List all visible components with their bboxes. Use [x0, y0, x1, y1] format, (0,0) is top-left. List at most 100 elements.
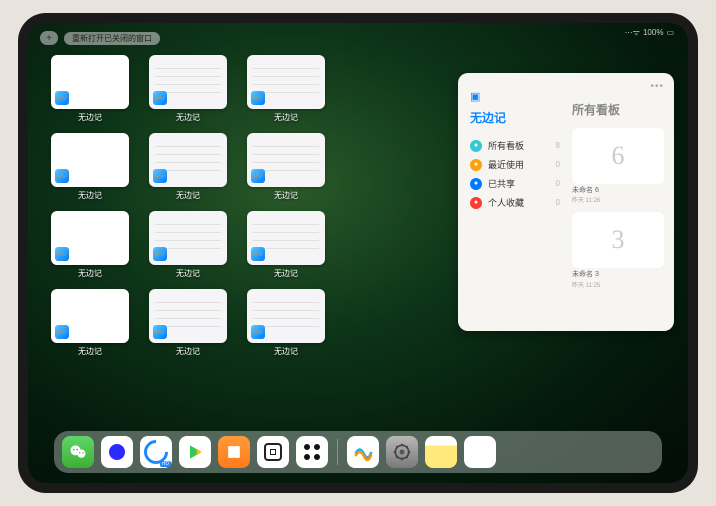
plus-icon: + — [46, 33, 52, 44]
list-count: 0 — [556, 160, 560, 169]
window-label: 无边记 — [176, 346, 200, 357]
app-window[interactable]: 无边记 — [242, 289, 330, 357]
app-window[interactable]: 无边记 — [46, 55, 134, 123]
board-name: 未命名 3 — [572, 271, 664, 279]
app-window[interactable]: 无边记 — [242, 133, 330, 201]
ipad-frame: ⋯ᯤ 100% ▭ + 重新打开已关闭的窗口 无边记无边记无边记无边记无边记无边… — [18, 13, 698, 493]
sidebar-item[interactable]: ● 已共享 0 — [470, 174, 560, 193]
window-label: 无边记 — [176, 112, 200, 123]
window-label: 无边记 — [78, 190, 102, 201]
dock-app-notes[interactable] — [425, 436, 457, 468]
category-icon: ● — [470, 197, 482, 209]
window-thumbnail[interactable] — [51, 289, 129, 343]
dock-app-library[interactable] — [464, 436, 496, 468]
wifi-icon: ⋯ᯤ — [625, 27, 640, 38]
dock-app-wechat[interactable] — [62, 436, 94, 468]
panel-boards: 所有看板 6未命名 6昨天 11:263未命名 3昨天 11:25 — [566, 73, 674, 331]
reopen-label: 重新打开已关闭的窗口 — [72, 34, 152, 43]
app-window[interactable]: 无边记 — [144, 211, 232, 279]
top-controls: + 重新打开已关闭的窗口 — [40, 31, 160, 45]
list-label: 所有看板 — [488, 139, 524, 152]
dock-app-freeform[interactable] — [347, 436, 379, 468]
board-name: 未命名 6 — [572, 187, 664, 195]
freeform-icon — [251, 247, 265, 261]
freeform-sidebar-panel[interactable]: ••• ▣ 无边记 ● 所有看板 8 ● 最近使用 0 ● 已共享 0 ● 个人收藏 0 所有看板 6… — [458, 73, 674, 331]
dock-divider — [337, 439, 338, 465]
dock: HD — [54, 431, 662, 473]
board-time: 昨天 11:25 — [572, 280, 664, 289]
reopen-closed-window-button[interactable]: 重新打开已关闭的窗口 — [64, 32, 160, 45]
new-window-button[interactable]: + — [40, 31, 58, 45]
dock-app-dice[interactable] — [257, 436, 289, 468]
freeform-icon — [251, 325, 265, 339]
app-window[interactable]: 无边记 — [144, 133, 232, 201]
list-label: 最近使用 — [488, 158, 524, 171]
category-icon: ● — [470, 178, 482, 190]
app-window[interactable]: 无边记 — [46, 133, 134, 201]
app-window[interactable]: 无边记 — [144, 55, 232, 123]
freeform-icon — [153, 325, 167, 339]
window-thumbnail[interactable] — [247, 211, 325, 265]
sidebar-item[interactable]: ● 所有看板 8 — [470, 136, 560, 155]
freeform-icon — [153, 247, 167, 261]
battery-icon: ▭ — [666, 28, 674, 37]
window-thumbnail[interactable] — [149, 55, 227, 109]
more-icon[interactable]: ••• — [650, 81, 664, 92]
sidebar-item[interactable]: ● 最近使用 0 — [470, 155, 560, 174]
window-thumbnail[interactable] — [247, 133, 325, 187]
app-window[interactable]: 无边记 — [242, 211, 330, 279]
battery-label: 100% — [643, 28, 663, 37]
window-label: 无边记 — [274, 346, 298, 357]
freeform-icon — [153, 91, 167, 105]
window-label: 无边记 — [78, 268, 102, 279]
app-window[interactable]: 无边记 — [144, 289, 232, 357]
list-count: 0 — [556, 179, 560, 188]
window-thumbnail[interactable] — [51, 55, 129, 109]
hd-badge: HD — [160, 461, 171, 467]
dock-app-books[interactable] — [218, 436, 250, 468]
window-thumbnail[interactable] — [247, 289, 325, 343]
window-thumbnail[interactable] — [51, 211, 129, 265]
dock-app-dots[interactable] — [296, 436, 328, 468]
board-card[interactable]: 3 未命名 3昨天 11:25 — [572, 212, 664, 288]
panel-left-title: 无边记 — [470, 109, 560, 126]
board-thumbnail: 6 — [572, 128, 664, 184]
list-count: 8 — [556, 141, 560, 150]
window-label: 无边记 — [274, 112, 298, 123]
window-thumbnail[interactable] — [149, 133, 227, 187]
dock-app-qq-browser[interactable]: HD — [140, 436, 172, 468]
list-label: 个人收藏 — [488, 196, 524, 209]
category-icon: ● — [470, 159, 482, 171]
window-thumbnail[interactable] — [149, 211, 227, 265]
window-thumbnail[interactable] — [149, 289, 227, 343]
window-thumbnail[interactable] — [51, 133, 129, 187]
dock-app-settings[interactable] — [386, 436, 418, 468]
list-count: 0 — [556, 198, 560, 207]
app-switcher-grid: 无边记无边记无边记无边记无边记无边记无边记无边记无边记无边记无边记无边记 — [46, 55, 426, 357]
status-bar: ⋯ᯤ 100% ▭ — [625, 27, 674, 38]
freeform-icon — [55, 247, 69, 261]
freeform-icon — [55, 91, 69, 105]
category-icon: ● — [470, 140, 482, 152]
app-window[interactable]: 无边记 — [46, 211, 134, 279]
panel-nav: ▣ 无边记 ● 所有看板 8 ● 最近使用 0 ● 已共享 0 ● 个人收藏 0 — [458, 73, 566, 331]
sidebar-item[interactable]: ● 个人收藏 0 — [470, 193, 560, 212]
sidebar-header-icon: ▣ — [470, 90, 480, 103]
freeform-icon — [251, 91, 265, 105]
window-label: 无边记 — [176, 190, 200, 201]
window-label: 无边记 — [78, 346, 102, 357]
board-thumbnail: 3 — [572, 212, 664, 268]
window-thumbnail[interactable] — [247, 55, 325, 109]
dock-app-blue-circle[interactable] — [101, 436, 133, 468]
window-label: 无边记 — [176, 268, 200, 279]
window-label: 无边记 — [274, 268, 298, 279]
dock-app-play[interactable] — [179, 436, 211, 468]
window-label: 无边记 — [78, 112, 102, 123]
app-window[interactable]: 无边记 — [242, 55, 330, 123]
freeform-icon — [55, 169, 69, 183]
list-label: 已共享 — [488, 177, 515, 190]
board-card[interactable]: 6未命名 6昨天 11:26 — [572, 128, 664, 204]
app-window[interactable]: 无边记 — [46, 289, 134, 357]
screen: ⋯ᯤ 100% ▭ + 重新打开已关闭的窗口 无边记无边记无边记无边记无边记无边… — [28, 23, 688, 483]
panel-right-title: 所有看板 — [572, 101, 664, 118]
